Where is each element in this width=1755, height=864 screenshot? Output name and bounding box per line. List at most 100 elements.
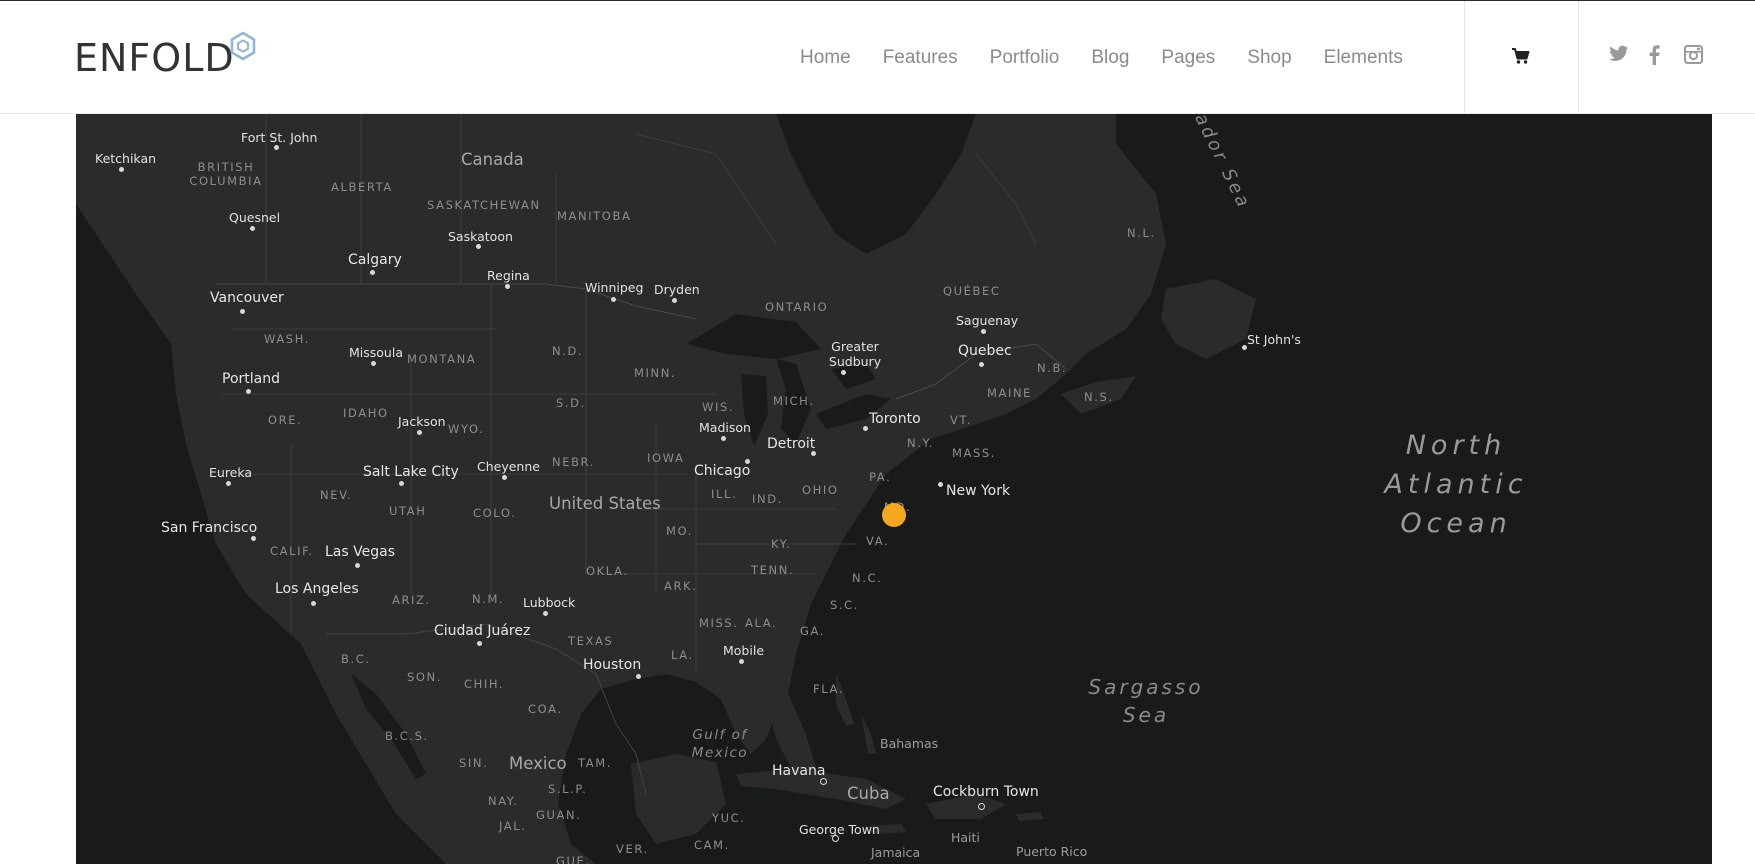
map-label-canada: Canada bbox=[461, 150, 524, 169]
map-city-dot bbox=[371, 361, 376, 366]
map-city-dot bbox=[240, 309, 245, 314]
logo[interactable]: ENFOLD bbox=[74, 31, 256, 81]
map-widget[interactable]: Fort St. John Ketchikan BRITISH COLUMBIA… bbox=[76, 114, 1712, 864]
map-label-sd: S.D. bbox=[556, 396, 586, 410]
map-label-chicago: Chicago bbox=[694, 463, 751, 479]
main-nav: Home Features Portfolio Blog Pages Shop … bbox=[800, 37, 1403, 79]
map-city-dot bbox=[611, 297, 616, 302]
shopping-cart-icon bbox=[1512, 48, 1530, 64]
map-label-saskatchewan: SASKATCHEWAN bbox=[427, 198, 541, 212]
nav-portfolio[interactable]: Portfolio bbox=[990, 47, 1060, 69]
map-label-bahamas: Bahamas bbox=[880, 736, 939, 751]
map-label-mo: MO. bbox=[666, 524, 693, 538]
logo-text: ENFOLD bbox=[74, 36, 235, 80]
nav-pages[interactable]: Pages bbox=[1161, 47, 1215, 69]
map-label-nay: NAY. bbox=[488, 794, 519, 808]
map-label-los-angeles: Los Angeles bbox=[275, 581, 359, 597]
map-label-minn: MINN. bbox=[634, 366, 677, 380]
map-city-dot bbox=[119, 167, 124, 172]
map-label-havana: Havana bbox=[772, 763, 826, 779]
map-label-ciudad-juarez: Ciudad Juárez bbox=[434, 623, 531, 639]
facebook-link[interactable] bbox=[1648, 45, 1660, 70]
map-city-dot bbox=[250, 226, 255, 231]
map-label-iowa: IOWA bbox=[647, 451, 685, 465]
map-city-dot bbox=[672, 298, 677, 303]
header-divider bbox=[1464, 1, 1465, 114]
map-label-tam: TAM. bbox=[578, 756, 612, 770]
map-label-quebec: Quebec bbox=[958, 343, 1012, 359]
facebook-icon bbox=[1649, 45, 1660, 65]
map-label-mich: MICH. bbox=[773, 394, 815, 408]
map-label-nb: N.B. bbox=[1037, 361, 1068, 375]
map-label-wash: WASH. bbox=[264, 332, 311, 346]
map-label-wyo: WYO. bbox=[448, 422, 485, 436]
map-label-mexico: Mexico bbox=[509, 754, 567, 773]
map-capital-marker bbox=[978, 803, 985, 810]
map-label-new-york: New York bbox=[946, 483, 1011, 499]
map-label-mass: MASS. bbox=[952, 446, 997, 460]
map-label-nl: N.L. bbox=[1127, 226, 1156, 240]
nav-elements[interactable]: Elements bbox=[1324, 47, 1403, 69]
map-label-houston: Houston bbox=[583, 657, 642, 673]
map-label-sc: S.C. bbox=[830, 598, 860, 612]
map-label-colo: COLO. bbox=[473, 506, 517, 520]
map-label-ind: IND. bbox=[752, 492, 783, 506]
map-label-cuba: Cuba bbox=[847, 784, 890, 803]
map-label-salt-lake-city: Salt Lake City bbox=[363, 464, 459, 480]
map-label-ala: ALA. bbox=[745, 616, 778, 630]
map-city-dot bbox=[543, 611, 548, 616]
map-label-missoula: Missoula bbox=[349, 345, 403, 360]
map-city-dot bbox=[505, 284, 510, 289]
nav-features[interactable]: Features bbox=[883, 47, 958, 69]
map-city-dot bbox=[863, 426, 868, 431]
map-label-puerto-rico: Puerto Rico bbox=[1016, 844, 1088, 859]
map-label-ontario: ONTARIO bbox=[765, 300, 829, 314]
map-label-va: VA. bbox=[866, 534, 890, 548]
map-city-dot bbox=[477, 641, 482, 646]
map-label-san-francisco: San Francisco bbox=[161, 520, 258, 536]
map-label-utah: UTAH bbox=[389, 504, 427, 518]
map-label-bcs: B.C.S. bbox=[385, 729, 429, 743]
map-label-quebec-province: QUÉBEC bbox=[943, 284, 1001, 298]
nav-blog[interactable]: Blog bbox=[1091, 47, 1129, 69]
map-label-quesnel: Quesnel bbox=[229, 210, 281, 225]
map-label-tenn: TENN. bbox=[751, 563, 795, 577]
map-label-united-states: United States bbox=[549, 494, 661, 513]
map-label-chih: CHIH. bbox=[464, 677, 505, 691]
map-city-dot bbox=[355, 563, 360, 568]
site-header: ENFOLD Home Features Portfolio Blog Page… bbox=[0, 0, 1755, 114]
map-city-dot bbox=[938, 482, 943, 487]
map-city-dot bbox=[981, 329, 986, 334]
map-location-marker[interactable] bbox=[882, 503, 906, 527]
map-label-wis: WIS. bbox=[702, 400, 735, 414]
map-label-ketchikan: Ketchikan bbox=[95, 151, 157, 166]
map-label-saguenay: Saguenay bbox=[956, 313, 1019, 328]
map-label-coa: COA. bbox=[528, 702, 563, 716]
nav-home[interactable]: Home bbox=[800, 47, 851, 69]
map-label-montana: MONTANA bbox=[407, 352, 477, 366]
map-city-dot bbox=[841, 370, 846, 375]
map-label-ark: ARK. bbox=[664, 579, 698, 593]
instagram-link[interactable] bbox=[1684, 45, 1703, 69]
map-city-dot bbox=[476, 244, 481, 249]
twitter-link[interactable] bbox=[1609, 45, 1629, 68]
map-label-guan: GUAN. bbox=[536, 808, 582, 822]
header-divider bbox=[1578, 1, 1579, 114]
map-label-vancouver: Vancouver bbox=[210, 290, 284, 306]
map-city-dot bbox=[246, 389, 251, 394]
map-label-okla: OKLA. bbox=[586, 564, 629, 578]
map-label-george-town: George Town bbox=[799, 822, 880, 837]
cart-button[interactable] bbox=[1511, 47, 1531, 70]
map-city-dot bbox=[251, 536, 256, 541]
map-label-gulf-of-mexico: Gulf of Mexico bbox=[691, 727, 749, 761]
nav-shop[interactable]: Shop bbox=[1247, 47, 1291, 69]
map-label-calif: CALIF. bbox=[270, 544, 314, 558]
map-label-madison: Madison bbox=[699, 420, 751, 435]
map-city-dot bbox=[745, 459, 750, 464]
map-label-nev: NEV. bbox=[320, 488, 353, 502]
instagram-icon bbox=[1684, 45, 1703, 64]
map-label-fla: FLA. bbox=[813, 682, 845, 696]
twitter-icon bbox=[1609, 45, 1628, 61]
map-label-fort-st-john: Fort St. John bbox=[241, 130, 318, 145]
map-capital-marker bbox=[832, 835, 839, 842]
